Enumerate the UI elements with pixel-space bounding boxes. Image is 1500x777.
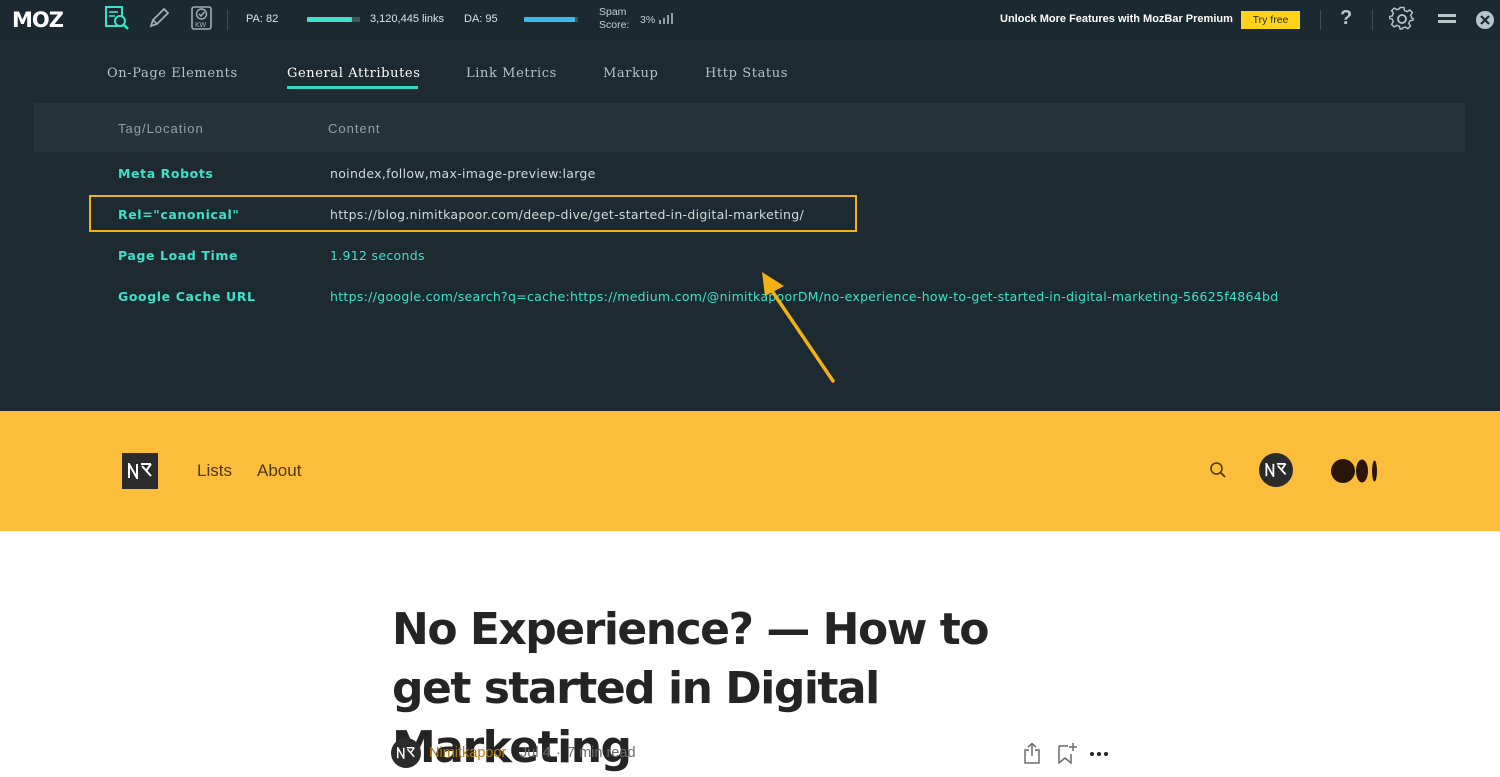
help-icon[interactable]: ? — [1340, 7, 1352, 30]
active-tab-indicator — [287, 86, 418, 89]
keyword-check-icon[interactable]: KW — [189, 5, 215, 31]
row-value-canonical-url[interactable]: https://blog.nimitkapoor.com/deep-dive/g… — [330, 207, 804, 222]
nav-about[interactable]: About — [257, 461, 301, 481]
pa-bar-fill — [307, 17, 353, 22]
author-avatar[interactable] — [391, 738, 421, 768]
close-icon[interactable] — [1472, 7, 1498, 33]
tab-http-status[interactable]: Http Status — [705, 66, 788, 81]
da-bar-fill — [524, 17, 576, 22]
tab-markup[interactable]: Markup — [603, 66, 658, 81]
tab-on-page-elements[interactable]: On-Page Elements — [107, 66, 238, 81]
pa-label: PA: 82 — [246, 13, 279, 25]
user-avatar[interactable] — [1259, 453, 1293, 487]
row-label-page-load-time: Page Load Time — [118, 248, 239, 263]
toolbar-divider — [1372, 10, 1373, 30]
spam-label-line1: Spam — [599, 6, 627, 18]
row-value-page-load-time: 1.912 seconds — [330, 248, 425, 263]
links-count: 3,120,445 links — [370, 13, 444, 25]
medium-logo-icon[interactable] — [1331, 458, 1379, 484]
column-header-tag: Tag/Location — [118, 121, 204, 136]
try-free-button[interactable]: Try free — [1241, 11, 1300, 29]
spam-score-value: 3% — [640, 14, 656, 26]
site-header: Lists About — [0, 411, 1500, 531]
tab-general-attributes[interactable]: General Attributes — [287, 66, 420, 81]
row-label-meta-robots: Meta Robots — [118, 166, 214, 181]
share-icon[interactable] — [1022, 742, 1042, 764]
row-value-meta-robots: noindex,follow,max-image-preview:large — [330, 166, 596, 181]
meta-separator: · — [556, 745, 561, 761]
nk-logo-icon — [128, 463, 152, 479]
moz-attributes-panel: On-Page Elements General Attributes Link… — [0, 40, 1500, 411]
nk-logo-icon — [397, 747, 415, 759]
da-bar — [524, 17, 578, 22]
table-header: Tag/Location Content — [34, 103, 1465, 152]
read-time: 7 min read — [567, 745, 636, 761]
mozbar-toolbar: MOZ KW PA: 82 3,120,445 links DA: 95 Spa… — [0, 0, 1500, 40]
search-icon[interactable] — [1209, 461, 1227, 479]
settings-gear-icon[interactable] — [1389, 6, 1415, 32]
nav-lists[interactable]: Lists — [197, 461, 232, 481]
spam-score-bars-icon — [659, 12, 673, 24]
spam-label-line2: Score: — [599, 19, 630, 31]
spam-score-label: Spam Score: — [599, 6, 629, 32]
moz-logo[interactable]: MOZ — [12, 8, 64, 32]
publish-date: Jul 4 — [520, 745, 551, 761]
premium-promo-text: Unlock More Features with MozBar Premium — [1000, 13, 1233, 25]
bookmark-add-icon[interactable] — [1056, 742, 1078, 764]
tab-link-metrics[interactable]: Link Metrics — [466, 66, 557, 81]
column-header-content: Content — [328, 121, 381, 136]
pa-bar — [307, 17, 360, 22]
da-label: DA: 95 — [464, 13, 498, 25]
page-analysis-icon[interactable] — [104, 5, 130, 31]
row-label-google-cache: Google Cache URL — [118, 289, 256, 304]
highlighter-pen-icon[interactable] — [146, 5, 172, 31]
toolbar-divider — [227, 10, 228, 30]
toolbar-divider — [1320, 10, 1321, 30]
nk-logo-icon — [1265, 463, 1287, 477]
more-options-icon[interactable] — [1089, 744, 1109, 764]
minimize-icon[interactable] — [1434, 7, 1460, 33]
annotation-arrow-icon — [762, 272, 835, 383]
row-label-canonical: Rel="canonical" — [118, 207, 240, 222]
svg-text:KW: KW — [195, 21, 206, 29]
author-name[interactable]: Nimitkapoor — [429, 745, 506, 761]
publication-logo[interactable] — [122, 453, 158, 489]
